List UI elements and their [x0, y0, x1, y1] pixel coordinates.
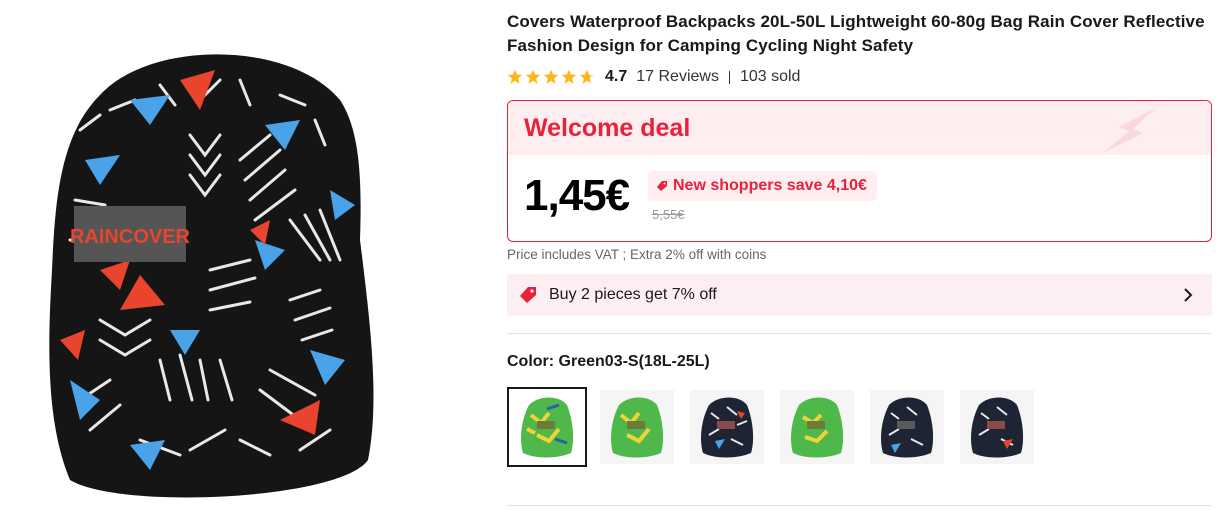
black-backpack-thumbnail	[881, 397, 934, 458]
sold-count: 103 sold	[739, 68, 801, 85]
green-backpack-thumbnail	[521, 397, 574, 458]
deal-title: Welcome deal	[524, 113, 691, 142]
deal-body: 1,45€ New shoppers save 4,10€ 5,55€	[508, 155, 1211, 241]
divider	[728, 70, 730, 84]
product-title: Covers Waterproof Backpacks 20L-50L Ligh…	[507, 12, 1205, 55]
vat-note: Price includes VAT ; Extra 2% off with c…	[507, 247, 767, 262]
rating-row: 4.7 17 Reviews 103 sold	[507, 66, 1212, 88]
star-icon	[543, 69, 559, 84]
section-divider	[507, 505, 1212, 506]
save-text: New shoppers save 4,10€	[673, 177, 867, 194]
star-rating[interactable]	[507, 69, 595, 85]
price-tag-icon	[520, 287, 536, 303]
deal-header: Welcome deal	[508, 101, 1211, 155]
new-shopper-badge: New shoppers save 4,10€	[648, 171, 877, 201]
raincover-logo-text: RAINCOVER	[70, 226, 191, 248]
star-icon	[525, 69, 541, 84]
black-backpack-thumbnail	[701, 397, 754, 458]
chevron-right-icon[interactable]	[1182, 287, 1194, 303]
star-icon	[561, 69, 577, 84]
color-swatch-green[interactable]	[600, 390, 674, 464]
black-backpack-thumbnail	[971, 397, 1024, 458]
product-main-image[interactable]: RAINCOVER	[40, 40, 380, 500]
color-swatch-green[interactable]	[780, 390, 854, 464]
product-info-panel: Covers Waterproof Backpacks 20L-50L Ligh…	[507, 10, 1212, 467]
reviews-link[interactable]: 17 Reviews	[636, 68, 719, 86]
color-swatch-black[interactable]	[690, 390, 764, 464]
coupon-icon	[657, 181, 667, 191]
color-label: Color: Green03-S(18L-25L)	[507, 353, 710, 370]
color-swatch-black[interactable]	[960, 390, 1034, 464]
green-backpack-thumbnail	[791, 397, 844, 458]
original-price: 5,55€	[652, 207, 685, 222]
green-backpack-thumbnail	[611, 397, 664, 458]
section-divider	[507, 333, 1212, 334]
bulk-discount-banner[interactable]: Buy 2 pieces get 7% off	[507, 274, 1212, 316]
color-swatch-black[interactable]	[870, 390, 944, 464]
rating-value: 4.7	[605, 68, 628, 85]
lightning-icon	[1103, 107, 1157, 153]
star-icon	[507, 69, 523, 84]
welcome-deal-box: Welcome deal 1,45€ New shoppers save 4,1…	[507, 100, 1212, 242]
color-swatch-green-selected[interactable]	[507, 387, 587, 467]
star-half-icon	[579, 69, 595, 84]
color-swatch-list	[507, 387, 1212, 467]
promo-text: Buy 2 pieces get 7% off	[549, 286, 717, 303]
current-price: 1,45€	[524, 171, 630, 220]
